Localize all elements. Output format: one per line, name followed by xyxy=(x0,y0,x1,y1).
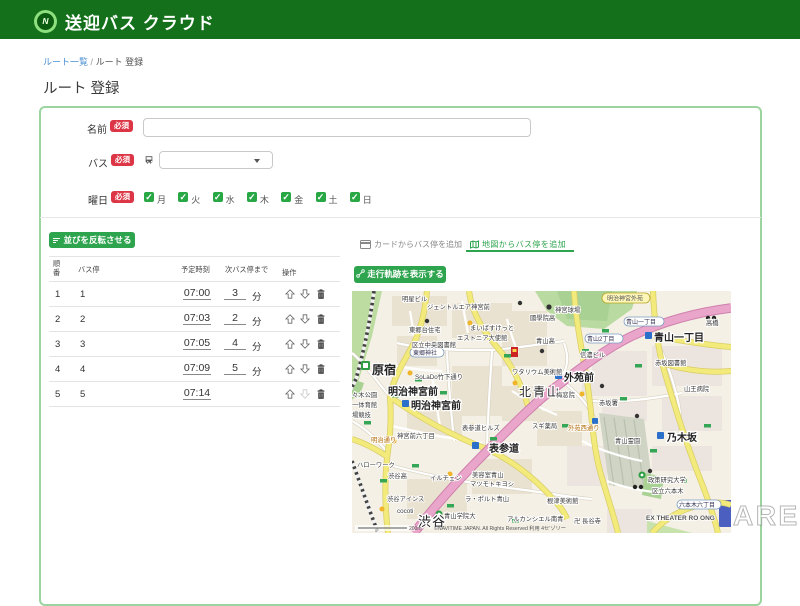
svg-text:乃木坂: 乃木坂 xyxy=(666,431,698,444)
svg-text:青山学院大: 青山学院大 xyxy=(444,511,476,520)
svg-text:一体育館: 一体育館 xyxy=(352,400,377,409)
svg-text:北青山: 北青山 xyxy=(519,385,561,399)
svg-text:信濃ビル: 信濃ビル xyxy=(580,350,605,359)
svg-text:区立六本木: 区立六本木 xyxy=(652,486,684,495)
svg-text:明星ビル: 明星ビル xyxy=(402,294,427,303)
svg-text:まいばすけっと: まいばすけっと xyxy=(470,323,514,332)
svg-text:赤坂署: 赤坂署 xyxy=(599,398,618,407)
svg-text:200m: 200m xyxy=(409,526,422,532)
svg-text:青山霊園: 青山霊園 xyxy=(615,436,640,445)
svg-text:赤坂図書館: 赤坂図書館 xyxy=(655,358,686,367)
svg-text:根津美術館: 根津美術館 xyxy=(547,496,578,505)
svg-text:原宿: 原宿 xyxy=(372,362,396,377)
svg-text:アルカンシエル南青: アルカンシエル南青 xyxy=(507,514,563,523)
svg-text:明治神宮外苑: 明治神宮外苑 xyxy=(607,295,643,303)
svg-text:東郷台住宅: 東郷台住宅 xyxy=(409,325,440,334)
svg-text:スギ薬局: スギ薬局 xyxy=(532,421,557,430)
svg-text:EX THEATER RO ONG: EX THEATER RO ONG xyxy=(646,515,715,522)
svg-text:cocoti: cocoti xyxy=(397,508,413,515)
svg-text:明治通り: 明治通り xyxy=(371,435,396,444)
svg-text:場競技: 場競技 xyxy=(352,410,372,419)
svg-text:々木公園: 々木公園 xyxy=(352,390,377,399)
svg-text:イルチェン: イルチェン xyxy=(430,474,461,482)
svg-text:東郷神社: 東郷神社 xyxy=(413,349,437,357)
svg-text:渋谷高: 渋谷高 xyxy=(388,471,407,480)
svg-text:神宮球場: 神宮球場 xyxy=(555,305,581,314)
svg-text:渋谷アインス: 渋谷アインス xyxy=(387,494,424,503)
svg-text:ラ・ポルト青山: ラ・ポルト青山 xyxy=(465,494,509,503)
svg-text:國學院高: 國學院高 xyxy=(530,313,555,322)
svg-text:青山一丁目: 青山一丁目 xyxy=(654,331,704,344)
svg-text:山王病院: 山王病院 xyxy=(684,384,710,393)
svg-text:六本木六丁目: 六本木六丁目 xyxy=(679,501,715,509)
svg-text:表参道ヒルズ: 表参道ヒルズ xyxy=(462,423,500,432)
svg-text:青山高: 青山高 xyxy=(536,336,555,345)
svg-text:青山一丁目: 青山一丁目 xyxy=(626,318,656,326)
svg-text:SoLaDo竹下通り: SoLaDo竹下通り xyxy=(415,372,463,381)
svg-text:外苑西通り: 外苑西通り xyxy=(568,423,599,432)
svg-text:外苑前: 外苑前 xyxy=(563,371,594,384)
svg-text:高橋: 高橋 xyxy=(706,318,719,327)
svg-text:表参道: 表参道 xyxy=(488,442,519,455)
svg-text:美容室青山: 美容室青山 xyxy=(472,470,503,479)
svg-text:マツモトキヨシ: マツモトキヨシ xyxy=(470,480,514,488)
svg-text:エストニア大使館: エストニア大使館 xyxy=(457,333,507,342)
svg-text:明治神宮前: 明治神宮前 xyxy=(411,399,461,412)
svg-text:明治神宮前: 明治神宮前 xyxy=(388,385,438,398)
svg-text:梅窓院: 梅窓院 xyxy=(556,390,576,399)
svg-text:区立中央図書館: 区立中央図書館 xyxy=(412,340,456,349)
svg-text:政策研究大学: 政策研究大学 xyxy=(648,475,686,484)
svg-text:卍 長谷寺: 卍 長谷寺 xyxy=(574,516,601,525)
svg-text:©NAVITIME JAPAN. All Rights Re: ©NAVITIME JAPAN. All Rights Reserved 利用 … xyxy=(434,524,566,532)
svg-text:青山2丁目: 青山2丁目 xyxy=(587,335,614,343)
svg-text:ジェントルエア神宮前: ジェントルエア神宮前 xyxy=(427,302,490,311)
svg-text:ハローワーク: ハローワーク xyxy=(357,461,395,469)
svg-text:神宮前六丁目: 神宮前六丁目 xyxy=(397,431,435,440)
svg-text:ワタリウム美術館: ワタリウム美術館 xyxy=(512,367,562,376)
